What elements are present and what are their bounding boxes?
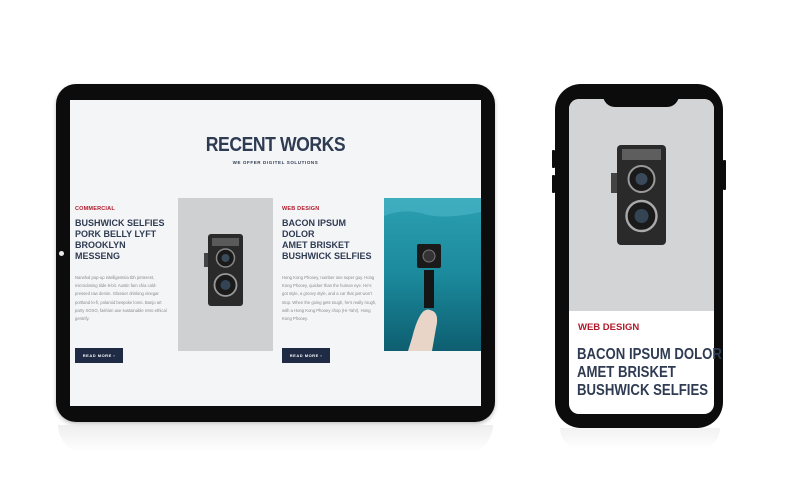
tablet-camera-dot (59, 251, 64, 256)
section-subtitle: WE OFFER DIGITEL SOLUTIONS (232, 160, 319, 165)
card-heading[interactable]: BACON IPSUM DOLOR AMET BRISKET BUSHWICK … (282, 218, 378, 262)
tablet-screen: RECENT WORKS WE OFFER DIGITEL SOLUTIONS … (70, 100, 481, 406)
section-title: RECENT WORKS (205, 134, 346, 156)
card-heading-line: PORK BELLY LYFT (75, 229, 157, 239)
phone-side-button (723, 160, 726, 190)
work-card-web-design: WEB DESIGN BACON IPSUM DOLOR AMET BRISKE… (282, 206, 378, 323)
camera-icon (611, 145, 666, 245)
underwater-action-camera-image (384, 198, 481, 351)
camera-image (569, 99, 714, 311)
phone-notch (603, 84, 679, 107)
card-heading-line: BROOKLYN MESSENG (75, 240, 126, 261)
card-heading-line: AMET BRISKET (577, 364, 676, 381)
card-heading[interactable]: BACON IPSUM DOLOR AMET BRISKET BUSHWICK … (577, 346, 722, 400)
card-heading-line: BUSHWICK SELFIES (577, 382, 709, 399)
card-heading-line: BUSHWICK SELFIES (75, 218, 165, 228)
camera-icon (204, 234, 243, 306)
card-heading-line: BUSHWICK SELFIES (282, 251, 372, 261)
card-paragraph: Hong Kong Phooey, number one super guy. … (282, 275, 377, 322)
card-heading[interactable]: BUSHWICK SELFIES PORK BELLY LYFT BROOKLY… (75, 218, 171, 262)
card-heading-line: BACON IPSUM DOLOR (577, 346, 722, 363)
read-more-button[interactable]: READ MORE › (282, 348, 330, 363)
tablet-reflection (58, 425, 493, 453)
work-card-commercial: COMMERCIAL BUSHWICK SELFIES PORK BELLY L… (75, 206, 171, 323)
card-category: WEB DESIGN (282, 206, 320, 212)
card-category: COMMERCIAL (75, 206, 115, 212)
phone-side-button (552, 175, 555, 193)
card-category: WEB DESIGN (578, 322, 640, 333)
phone-reflection (560, 428, 720, 450)
camera-image (178, 198, 273, 351)
card-heading-line: AMET BRISKET (282, 240, 350, 250)
phone-side-button (552, 150, 555, 168)
read-more-button[interactable]: READ MORE › (75, 348, 123, 363)
card-paragraph: Narwhal pop-up intelligentsia tbh pinter… (75, 275, 167, 322)
card-heading-line: BACON IPSUM DOLOR (282, 218, 347, 239)
